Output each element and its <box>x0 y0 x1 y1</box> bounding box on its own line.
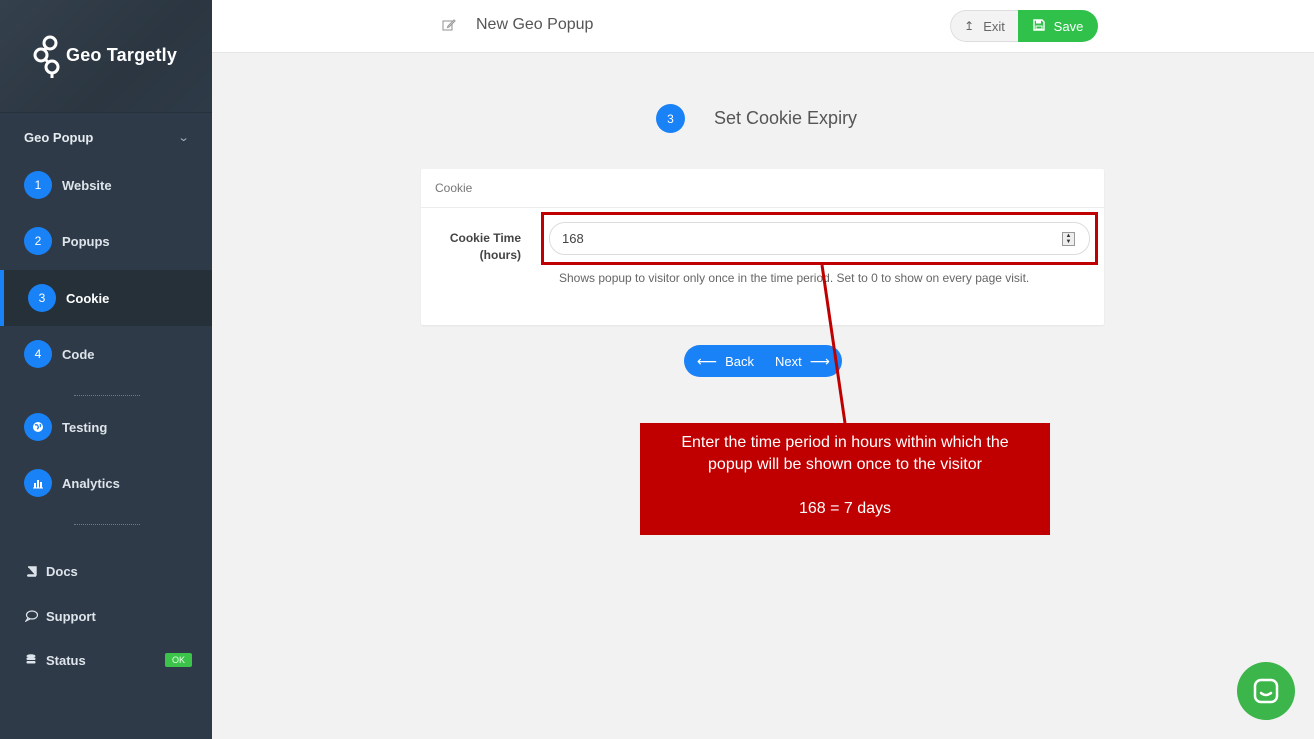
field-label-line: Cookie Time <box>449 231 521 245</box>
divider <box>74 524 140 525</box>
exit-button-label: Exit <box>983 18 1005 34</box>
annotation-callout: Enter the time period in hours within wh… <box>640 423 1050 535</box>
chevron-down-icon: ⌄ <box>177 131 190 144</box>
sidebar-item-analytics[interactable]: Analytics <box>0 455 212 511</box>
step-number-badge: 3 <box>656 104 685 133</box>
cookie-time-label: Cookie Time (hours) <box>441 230 521 264</box>
save-button[interactable]: Save <box>1018 10 1098 42</box>
logo-area: Geo Targetly <box>0 0 212 113</box>
floppy-disk-icon <box>1032 18 1045 34</box>
callout-line: Enter the time period in hours within wh… <box>681 434 1009 451</box>
sidebar-item-label: Support <box>46 608 96 624</box>
sidebar-item-label: Analytics <box>62 475 120 491</box>
card-heading: Cookie <box>421 169 1104 208</box>
page-title: New Geo Popup <box>476 16 594 33</box>
next-button-label: Next <box>775 353 802 369</box>
next-button[interactable]: Next ⟶ <box>763 345 830 377</box>
database-icon <box>24 653 38 667</box>
divider <box>74 395 140 396</box>
header-actions: ↥ Exit Save <box>950 10 1098 42</box>
field-label-line: (hours) <box>479 248 521 262</box>
save-button-label: Save <box>1053 18 1084 34</box>
sidebar-item-docs[interactable]: Docs <box>0 556 212 586</box>
chat-bubble-icon <box>24 609 38 623</box>
sidebar-item-testing[interactable]: Testing <box>0 399 212 455</box>
help-text: Shows popup to visitor only once in the … <box>559 271 1030 285</box>
sidebar-item-popups[interactable]: 2 Popups <box>0 213 212 269</box>
callout-line: popup will be shown once to the visitor <box>708 456 982 473</box>
back-button-label: Back <box>725 353 754 369</box>
sidebar: Geo Targetly Geo Popup ⌄ 1 Website 2 Pop… <box>0 0 212 739</box>
sidebar-section-geo-popup[interactable]: Geo Popup ⌄ <box>0 113 212 161</box>
sidebar-item-label: Docs <box>46 563 78 579</box>
arrow-right-icon: ⟶ <box>809 352 830 369</box>
exit-button[interactable]: ↥ Exit <box>950 10 1018 42</box>
callout-line: 168 = 7 days <box>798 500 892 517</box>
step-title: Set Cookie Expiry <box>714 108 858 128</box>
sidebar-item-label: Website <box>62 177 112 193</box>
step-number-badge: 3 <box>28 284 56 312</box>
chart-icon <box>24 469 52 497</box>
sidebar-item-status[interactable]: Status OK <box>0 645 212 675</box>
logo-icon <box>33 35 60 78</box>
sidebar-item-label: Code <box>62 346 95 362</box>
step-navigation: ⟵ Back Next ⟶ <box>684 345 842 377</box>
back-button[interactable]: ⟵ Back <box>684 345 763 377</box>
sidebar-item-code[interactable]: 4 Code <box>0 326 212 382</box>
sidebar-section-label: Geo Popup <box>24 129 94 145</box>
chat-widget-button[interactable] <box>1237 662 1295 720</box>
brand-name: Geo Targetly <box>66 45 178 65</box>
book-icon <box>24 564 38 578</box>
sidebar-item-label: Cookie <box>66 290 110 306</box>
sidebar-item-label: Testing <box>62 419 108 435</box>
edit-icon <box>442 19 456 31</box>
status-badge: OK <box>164 653 192 667</box>
sidebar-item-label: Popups <box>62 233 110 249</box>
arrow-left-icon: ⟵ <box>697 352 718 369</box>
step-number-badge: 2 <box>24 227 52 255</box>
step-number-badge: 1 <box>24 171 52 199</box>
exit-icon: ↥ <box>964 19 975 33</box>
step-number-badge: 4 <box>24 340 52 368</box>
sidebar-item-support[interactable]: Support <box>0 601 212 631</box>
globe-icon <box>24 413 52 441</box>
annotation-highlight-box <box>541 212 1098 265</box>
top-bar: New Geo Popup ↥ Exit Save <box>212 0 1314 53</box>
sidebar-item-cookie[interactable]: 3 Cookie <box>0 270 212 326</box>
sidebar-item-website[interactable]: 1 Website <box>0 157 212 213</box>
chat-icon <box>1253 678 1279 704</box>
sidebar-item-label: Status <box>46 652 86 668</box>
